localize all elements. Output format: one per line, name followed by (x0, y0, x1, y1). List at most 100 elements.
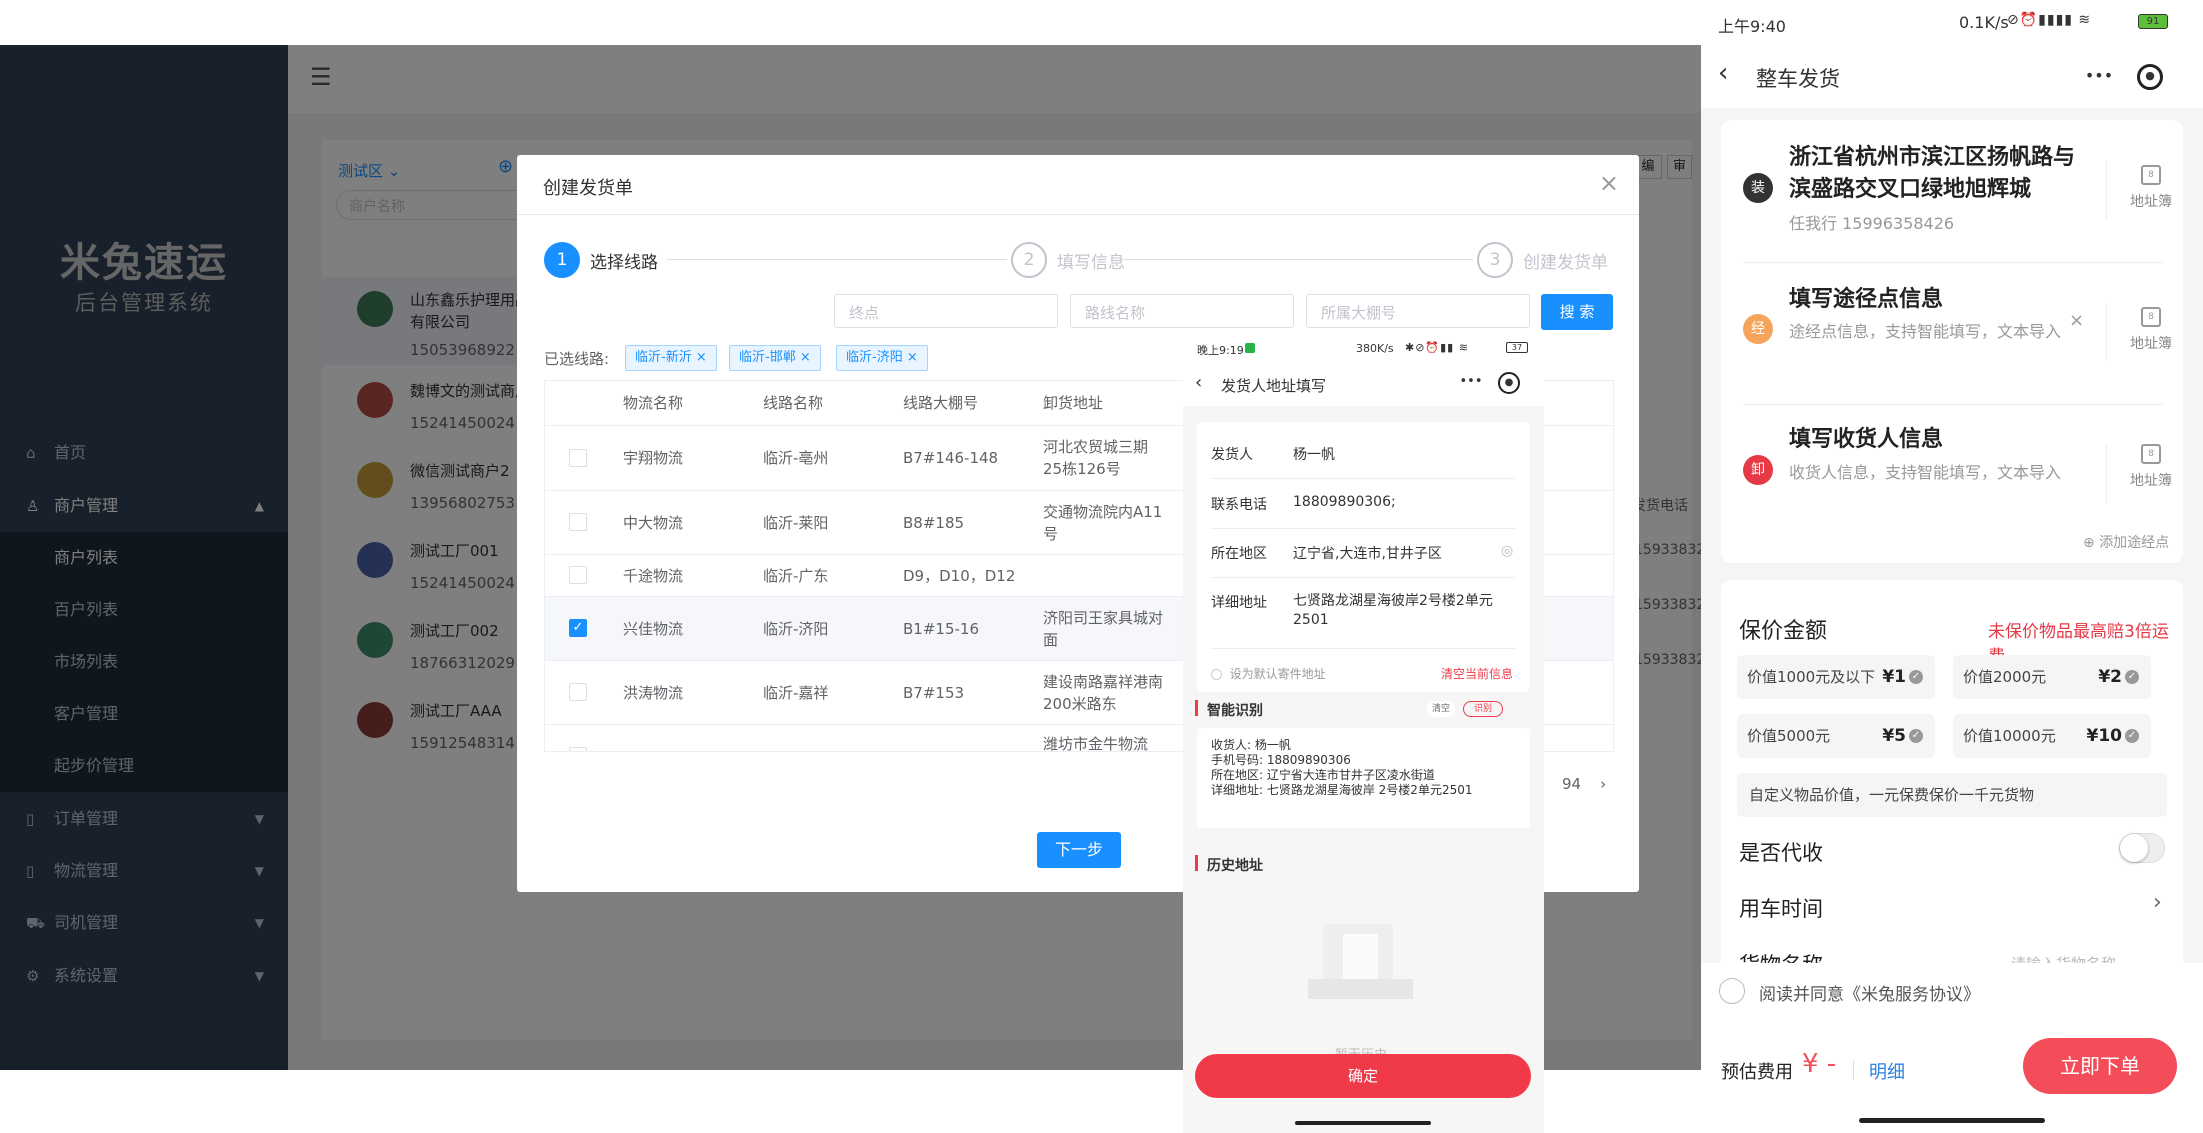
chevron-right-icon[interactable]: › (1600, 775, 1606, 793)
home-indicator (1859, 1118, 2045, 1123)
smart-recognize-textarea[interactable]: 收货人: 杨一帆 手机号码: 18809890306 所在地区: 辽宁省大连市甘… (1197, 728, 1530, 828)
cell-shed-number: B7#153 (903, 684, 965, 702)
insurance-option[interactable]: 价值5000元 ¥5 ✓ (1737, 714, 1935, 758)
insurance-card: 保价金额 未保价物品最高赔3倍运费 价值1000元及以下¥1✓ 价值2000元¥… (1721, 580, 2183, 980)
more-icon[interactable]: ••• (1453, 372, 1489, 394)
route-tag[interactable]: 临沂-邯郸 × (729, 345, 821, 371)
insurance-option[interactable]: 价值1000元及以下 ¥1 ✓ (1737, 655, 1935, 699)
form-row[interactable]: 联系电话 18809890306; (1211, 494, 1516, 514)
phone-field[interactable]: 18809890306; (1293, 494, 1396, 510)
end-point-input[interactable]: 终点 (834, 294, 1058, 328)
agreement-bar: 阅读并同意《米兔服务协议》 (1701, 963, 2203, 1030)
add-circle-icon: ⊕ (2083, 535, 2095, 551)
cell-unload-address: 建设南路嘉祥港南200米路东 (1043, 673, 1164, 713)
close-icon[interactable]: × (907, 350, 918, 365)
custom-value-input[interactable]: 自定义物品价值，一元保费保价一千元货物 (1737, 773, 2167, 817)
confirm-button[interactable]: 确定 (1195, 1054, 1531, 1098)
next-step-button[interactable]: 下一步 (1037, 832, 1121, 868)
unload-address-row[interactable]: 卸 填写收货人信息 收货人信息，支持智能填写，文本导入 8 地址簿 (1721, 404, 2183, 544)
agree-radio[interactable] (1719, 978, 1745, 1004)
text-line: 手机号码: 18809890306 (1211, 753, 1351, 767)
step-number: 2 (1011, 242, 1047, 278)
row-checkbox-checked[interactable]: ✓ (569, 619, 587, 637)
status-bar: 上午9:40 0.1K/s ⊘⏰▮▮▮▮ ≋ 91 (1701, 0, 2203, 45)
agreement-text[interactable]: 阅读并同意《米兔服务协议》 (1759, 980, 1980, 1005)
cell-shed-number: B8#185 (903, 514, 965, 532)
waypoint-row[interactable]: 经 填写途径点信息 途经点信息，支持智能填写，文本导入 × 8 地址簿 (1721, 262, 2183, 402)
address-book-button[interactable]: 8 地址簿 (2126, 444, 2176, 490)
step-label: 创建发货单 (1523, 253, 1608, 273)
default-address-checkbox[interactable]: 设为默认寄件地址 (1211, 665, 1326, 682)
address-card: 装 浙江省杭州市滨江区扬帆路与滨盛路交叉口绿地旭辉城 任我行 159963584… (1721, 120, 2183, 563)
check-icon: ✓ (2125, 670, 2139, 684)
home-indicator (1295, 1121, 1431, 1125)
cell-logistics-name: 洪涛物流 (623, 684, 684, 702)
option-label: 价值5000元 (1747, 727, 1831, 745)
row-checkbox[interactable] (569, 683, 587, 701)
divider (1211, 478, 1516, 479)
fee-label: 预估费用 (1721, 1062, 1793, 1083)
car-time-label: 用车时间 (1739, 897, 1823, 921)
form-row[interactable]: 所在地区 辽宁省,大连市,甘井子区 ◎ (1211, 543, 1516, 563)
smart-clear-button[interactable]: 清空 (1427, 701, 1455, 717)
divider (2106, 444, 2107, 504)
cell-shed-number: B7#146-148 (903, 449, 999, 467)
clear-info-link[interactable]: 清空当前信息 (1441, 665, 1513, 682)
form-row[interactable]: 发货人 杨一帆 (1211, 444, 1516, 464)
selected-routes-label: 已选线路: (544, 350, 610, 368)
cell-route-name: 临沂-莱阳 (763, 514, 829, 532)
address-book-button[interactable]: 8 地址簿 (2126, 307, 2176, 353)
fee-detail-link[interactable]: 明细 (1869, 1058, 1905, 1084)
option-label: 价值2000元 (1963, 668, 2047, 686)
close-icon[interactable]: × (800, 350, 811, 365)
close-icon[interactable]: × (1599, 169, 1619, 197)
page-number[interactable]: 94 (1562, 775, 1581, 793)
insurance-title: 保价金额 (1739, 619, 1828, 644)
close-icon[interactable]: × (696, 350, 707, 365)
divider (1211, 577, 1516, 578)
wechat-icon (1245, 343, 1255, 353)
search-button[interactable]: 搜 索 (1541, 294, 1613, 330)
step-label: 选择线路 (590, 253, 658, 273)
form-row[interactable]: 详细地址 七贤路龙湖星海彼岸2号楼2单元2501 (1211, 592, 1516, 628)
insurance-option[interactable]: 价值2000元 ¥2 ✓ (1953, 655, 2151, 699)
location-icon[interactable]: ◎ (1501, 543, 1513, 559)
unload-desc: 收货人信息，支持智能填写，文本导入 (1789, 463, 2062, 482)
option-label: 价值1000元及以下 (1747, 668, 1876, 686)
column-header: 卸货地址 (1043, 394, 1104, 412)
target-icon[interactable]: ● (2137, 64, 2163, 90)
row-checkbox[interactable] (569, 747, 587, 751)
route-tag[interactable]: 临沂-新沂 × (625, 345, 717, 371)
region-field[interactable]: 辽宁省,大连市,甘井子区 (1293, 543, 1442, 563)
sender-name-field[interactable]: 杨一帆 (1293, 444, 1335, 464)
unload-badge-icon: 卸 (1743, 455, 1773, 485)
route-tag[interactable]: 临沂-济阳 × (836, 345, 928, 371)
modal-header: 创建发货单 × (517, 155, 1639, 215)
section-marker (1195, 855, 1198, 871)
insurance-option[interactable]: 价值10000元 ¥10 ✓ (1953, 714, 2151, 758)
close-icon[interactable]: × (2069, 310, 2084, 331)
shed-number-input[interactable]: 所属大棚号 (1306, 294, 1530, 328)
load-address-row[interactable]: 装 浙江省杭州市滨江区扬帆路与滨盛路交叉口绿地旭辉城 任我行 159963584… (1721, 120, 2183, 260)
add-waypoint-button[interactable]: ⊕ 添加途经点 (2083, 532, 2169, 552)
row-checkbox[interactable] (569, 566, 587, 584)
target-icon[interactable]: ● (1498, 372, 1520, 394)
address-book-button[interactable]: 8 地址簿 (2126, 165, 2176, 211)
chevron-right-icon[interactable]: › (2153, 890, 2162, 915)
place-order-button[interactable]: 立即下单 (2023, 1038, 2177, 1094)
field-label: 联系电话 (1211, 497, 1267, 513)
back-icon[interactable]: ‹ (1718, 58, 1728, 88)
more-icon[interactable]: ••• (2071, 62, 2127, 92)
row-checkbox[interactable] (569, 513, 587, 531)
row-checkbox[interactable] (569, 449, 587, 467)
detail-address-field[interactable]: 七贤路龙湖星海彼岸2号楼2单元2501 (1293, 592, 1508, 630)
smart-identify-button[interactable]: 识别 (1463, 701, 1503, 717)
tag-label: 临沂-新沂 (635, 350, 692, 365)
route-name-input[interactable]: 路线名称 (1070, 294, 1294, 328)
cod-toggle[interactable] (2119, 833, 2165, 863)
back-icon[interactable]: ‹ (1195, 372, 1202, 393)
column-header: 物流名称 (623, 394, 684, 412)
check-icon: ✓ (1909, 729, 1923, 743)
cell-shed-number: D9，D10，D12 (903, 567, 1016, 585)
cell-route-name: 临沂-广东 (763, 567, 829, 585)
